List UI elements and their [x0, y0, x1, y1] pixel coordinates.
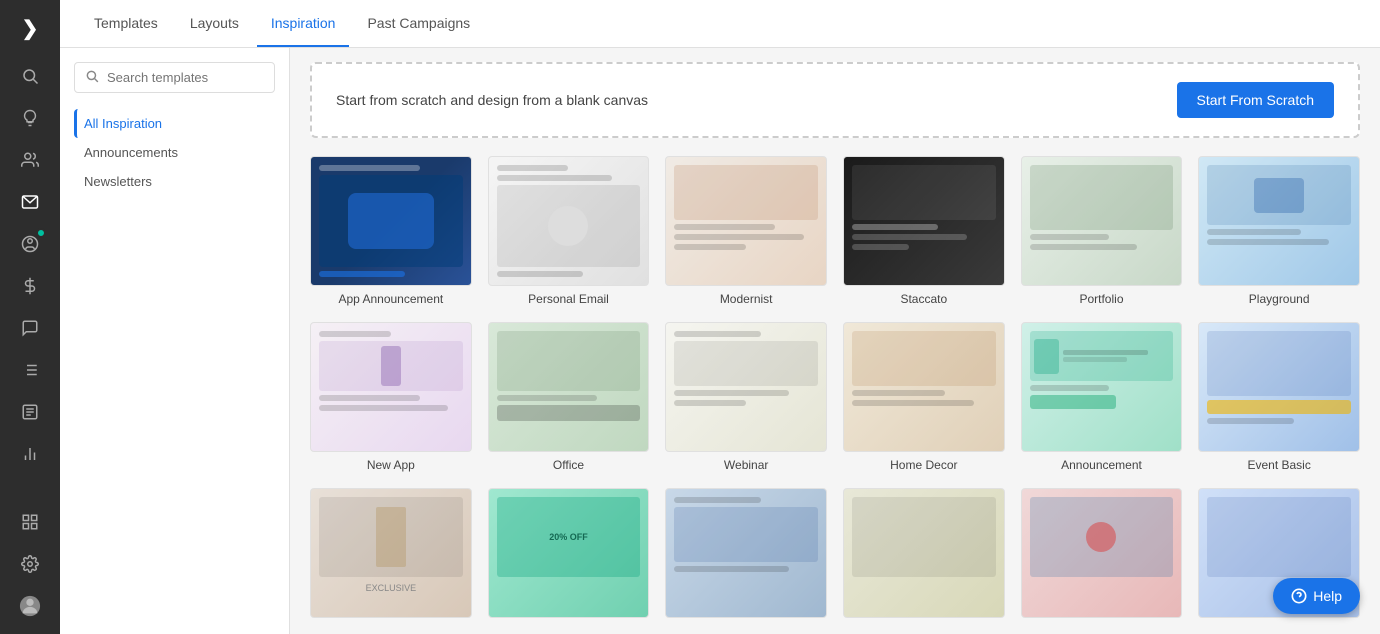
template-name-app-announcement: App Announcement: [338, 292, 443, 306]
sidebar-logo: ❯: [12, 10, 48, 46]
tab-layouts[interactable]: Layouts: [176, 1, 253, 47]
start-from-scratch-button[interactable]: Start From Scratch: [1177, 82, 1334, 118]
user-circle-icon[interactable]: [12, 226, 48, 262]
template-card-row3-5[interactable]: [1021, 488, 1183, 624]
search-input[interactable]: [107, 70, 264, 85]
template-name-portfolio: Portfolio: [1079, 292, 1123, 306]
template-thumb-row3-5: [1021, 488, 1183, 618]
template-card-playground[interactable]: Playground: [1198, 156, 1360, 306]
template-name-event-basic: Event Basic: [1247, 458, 1310, 472]
templates-area: Start from scratch and design from a bla…: [290, 48, 1380, 634]
template-thumb-row3-3: [665, 488, 827, 618]
template-thumb-staccato: [843, 156, 1005, 286]
dollar-icon[interactable]: [12, 268, 48, 304]
template-card-announcement[interactable]: Announcement: [1021, 322, 1183, 472]
filter-announcements[interactable]: Announcements: [74, 138, 275, 167]
template-card-row3-1[interactable]: EXCLUSIVE: [310, 488, 472, 624]
template-name-office: Office: [553, 458, 584, 472]
main-content: Templates Layouts Inspiration Past Campa…: [60, 0, 1380, 634]
template-name-new-app: New App: [367, 458, 415, 472]
notification-badge: [36, 228, 46, 238]
mail-icon[interactable]: [12, 184, 48, 220]
scratch-banner: Start from scratch and design from a bla…: [310, 62, 1360, 138]
top-nav: Templates Layouts Inspiration Past Campa…: [60, 0, 1380, 48]
template-card-row3-4[interactable]: [843, 488, 1005, 624]
template-thumb-personal-email: [488, 156, 650, 286]
tab-inspiration[interactable]: Inspiration: [257, 1, 350, 47]
chat-icon[interactable]: [12, 310, 48, 346]
template-thumb-announcement: [1021, 322, 1183, 452]
template-name-personal-email: Personal Email: [528, 292, 609, 306]
template-card-portfolio[interactable]: Portfolio: [1021, 156, 1183, 306]
settings-icon[interactable]: [12, 546, 48, 582]
template-icon[interactable]: [12, 504, 48, 540]
template-card-webinar[interactable]: Webinar: [665, 322, 827, 472]
template-thumb-home-decor: [843, 322, 1005, 452]
template-name-playground: Playground: [1249, 292, 1310, 306]
template-name-staccato: Staccato: [900, 292, 947, 306]
template-thumb-webinar: [665, 322, 827, 452]
tab-past-campaigns[interactable]: Past Campaigns: [353, 1, 484, 47]
templates-grid: App Announcement Personal Email: [310, 156, 1360, 624]
template-name-announcement: Announcement: [1061, 458, 1142, 472]
template-thumb-app-announcement: [310, 156, 472, 286]
help-button[interactable]: Help: [1273, 578, 1360, 614]
lightbulb-icon[interactable]: [12, 100, 48, 136]
template-card-app-announcement[interactable]: App Announcement: [310, 156, 472, 306]
filter-newsletters[interactable]: Newsletters: [74, 167, 275, 196]
template-card-new-app[interactable]: New App: [310, 322, 472, 472]
sidebar: ❯: [0, 0, 60, 634]
list-icon[interactable]: [12, 352, 48, 388]
template-thumb-row3-1: EXCLUSIVE: [310, 488, 472, 618]
template-name-webinar: Webinar: [724, 458, 768, 472]
search-box[interactable]: [74, 62, 275, 93]
template-thumb-row3-2: 20% OFF: [488, 488, 650, 618]
template-card-staccato[interactable]: Staccato: [843, 156, 1005, 306]
template-card-modernist[interactable]: Modernist: [665, 156, 827, 306]
template-thumb-playground: [1198, 156, 1360, 286]
template-thumb-office: [488, 322, 650, 452]
template-thumb-row3-4: [843, 488, 1005, 618]
template-name-modernist: Modernist: [720, 292, 773, 306]
chart-icon[interactable]: [12, 436, 48, 472]
template-card-event-basic[interactable]: Event Basic: [1198, 322, 1360, 472]
template-thumb-portfolio: [1021, 156, 1183, 286]
search-nav-icon[interactable]: [12, 58, 48, 94]
tab-templates[interactable]: Templates: [80, 1, 172, 47]
template-thumb-event-basic: [1198, 322, 1360, 452]
template-card-row3-2[interactable]: 20% OFF: [488, 488, 650, 624]
content-area: All Inspiration Announcements Newsletter…: [60, 48, 1380, 634]
template-thumb-new-app: [310, 322, 472, 452]
avatar-icon[interactable]: [12, 588, 48, 624]
filter-panel: All Inspiration Announcements Newsletter…: [60, 48, 290, 634]
people-icon[interactable]: [12, 142, 48, 178]
template-card-row3-3[interactable]: [665, 488, 827, 624]
search-icon: [85, 69, 99, 86]
template-name-home-decor: Home Decor: [890, 458, 957, 472]
template-card-home-decor[interactable]: Home Decor: [843, 322, 1005, 472]
doc-icon[interactable]: [12, 394, 48, 430]
template-thumb-modernist: [665, 156, 827, 286]
scratch-banner-text: Start from scratch and design from a bla…: [336, 92, 648, 108]
template-card-office[interactable]: Office: [488, 322, 650, 472]
filter-all-inspiration[interactable]: All Inspiration: [74, 109, 275, 138]
template-card-personal-email[interactable]: Personal Email: [488, 156, 650, 306]
help-label: Help: [1313, 588, 1342, 604]
